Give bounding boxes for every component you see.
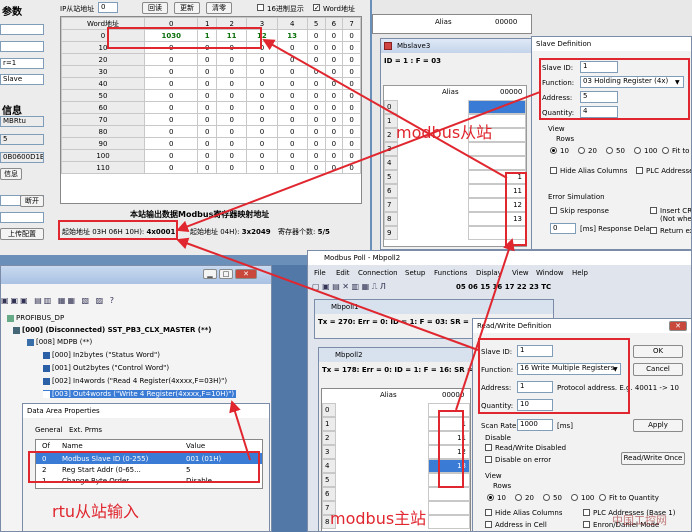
arrow-master-to-slave (455, 238, 515, 411)
annotation-slave: modbus从站 (396, 123, 493, 142)
arrow-rw-to-start (176, 237, 479, 351)
arrow-slavedef-to-start (176, 91, 541, 233)
arrow-data-area-to-module (229, 400, 251, 461)
annotation-master: modbus主站 (330, 509, 427, 528)
arrow-slave-to-config (262, 39, 508, 179)
annotation-arrows (176, 39, 541, 461)
annotation-rtu: rtu从站输入 (52, 502, 139, 521)
watermark: 中国工控网 (612, 514, 667, 527)
